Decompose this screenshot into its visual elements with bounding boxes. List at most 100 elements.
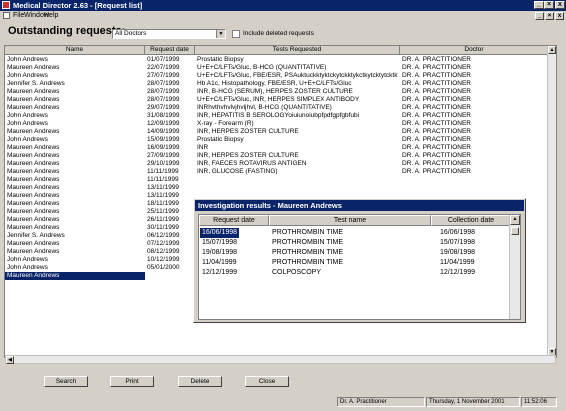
cell-request-date: 14/09/1999 [147, 128, 180, 135]
cell-tests: INR, GLUCOSE (FASTING) [197, 168, 278, 175]
minimize-button[interactable]: _ [534, 1, 544, 9]
print-button[interactable]: Print [110, 376, 154, 387]
table-row[interactable]: Maureen Andrews 14/09/1999 INR, HERPES ZOS… [5, 128, 548, 136]
popup-scroll-thumb[interactable] [511, 227, 519, 235]
popup-table-row[interactable]: 11/04/1999 PROTHROMBIN TIME 11/04/1999 [199, 258, 511, 268]
cell-name: Maureen Andrews [7, 240, 60, 247]
cell-request-date: 28/07/1999 [147, 88, 180, 95]
scroll-up-icon[interactable]: ▲ [548, 46, 556, 54]
table-row[interactable]: Maureen Andrews 22/07/1999 U+E+C/LFTs/Gluc… [5, 64, 548, 72]
vertical-scrollbar[interactable]: ▲ ▼ [547, 46, 556, 357]
column-header-doctor[interactable]: Doctor [400, 46, 549, 55]
doctor-filter-select[interactable]: All Doctors ▼ [112, 29, 226, 39]
cell-tests: INR, HERPES ZOSTER CULTURE [197, 152, 299, 159]
popup-table-row[interactable]: 16/06/1998 PROTHROMBIN TIME 16/06/1998 [199, 228, 511, 238]
cell-request-date: 16/09/1999 [147, 144, 180, 151]
status-user: Dr. A. Practitioner [337, 397, 425, 407]
table-row[interactable]: Maureen Andrews 28/07/1999 U+E+C/LFTs/Gluc… [5, 96, 548, 104]
popup-table-row[interactable]: 12/12/1999 COLPOSCOPY 12/12/1999 [199, 268, 511, 278]
column-header-name[interactable]: Name [5, 46, 145, 55]
cell-request-date: 06/12/1999 [147, 232, 180, 239]
scroll-left-icon[interactable]: ◀ [6, 356, 14, 364]
table-row[interactable]: Maureen Andrews 11/11/1999 INR, GLUCOSE (F… [5, 168, 548, 176]
cell-doctor: DR. A. PRACTITIONER [402, 136, 471, 143]
cell-name: Maureen Andrews [7, 96, 60, 103]
cell-request-date: 29/10/1999 [147, 160, 180, 167]
cell-name: Maureen Andrews [7, 144, 60, 151]
cell-request-date: 26/11/1999 [147, 216, 180, 223]
column-header-tests[interactable]: Tests Requested [195, 46, 400, 55]
table-row[interactable]: John Andrews 01/07/1999 Prostatic Biopsy DR… [5, 56, 548, 64]
column-header-request-date[interactable]: Request date [145, 46, 195, 55]
cell-name: Maureen Andrews [7, 128, 60, 135]
chevron-down-icon[interactable]: ▼ [216, 30, 225, 38]
cell-request-date: 27/07/1999 [147, 72, 180, 79]
delete-button[interactable]: Delete [178, 376, 222, 387]
cell-tests: U+E+C/LFTs/Gluc, INR, HERPES SIMPLEX ANT… [197, 96, 360, 103]
menu-help[interactable]: Help [44, 11, 58, 21]
cell-request-date: 07/12/1999 [147, 240, 180, 247]
close-button[interactable]: Close [245, 376, 289, 387]
cell-request-date: 12/09/1999 [147, 120, 180, 127]
cell-doctor: DR. A. PRACTITIONER [402, 112, 471, 119]
investigation-results-list[interactable]: Request date Test name Collection date 1… [198, 214, 521, 320]
mdi-minimize-button[interactable]: _ [535, 12, 544, 20]
mdi-restore-button[interactable]: × [545, 12, 554, 20]
horizontal-scrollbar[interactable]: ◀ [5, 355, 556, 364]
cell-name: John Andrews [7, 56, 48, 63]
cell-test-name: PROTHROMBIN TIME [272, 259, 344, 266]
include-deleted-checkbox[interactable] [232, 30, 240, 38]
table-row[interactable]: Maureen Andrews 28/07/1999 INR, B-HCG (SER… [5, 88, 548, 96]
include-deleted-label: Include deleted requests [243, 30, 314, 37]
popup-header-request-date[interactable]: Request date [199, 215, 269, 226]
cell-collection-date: 16/06/1998 [440, 229, 476, 236]
cell-name: Maureen Andrews [7, 152, 60, 159]
cell-collection-date: 19/08/1998 [440, 249, 476, 256]
search-button[interactable]: Search [44, 376, 88, 387]
cell-name: Maureen Andrews [7, 176, 60, 183]
cell-doctor: DR. A. PRACTITIONER [402, 72, 471, 79]
cell-doctor: DR. A. PRACTITIONER [402, 168, 471, 175]
mdi-close-button[interactable]: x [555, 12, 564, 20]
table-row[interactable]: Maureen Andrews 27/09/1999 INR, HERPES ZOS… [5, 152, 548, 160]
cell-request-date: 01/07/1999 [147, 56, 180, 63]
close-window-button[interactable]: x [555, 1, 565, 9]
table-row[interactable]: Jennifer S. Andrews 28/07/1999 Hb A1c, His… [5, 80, 548, 88]
cell-request-date: 16/06/1998 [200, 228, 240, 238]
table-row[interactable]: John Andrews 15/09/1999 Prostatic Biopsy DR… [5, 136, 548, 144]
popup-table-row[interactable]: 15/07/1998 PROTHROMBIN TIME 15/07/1998 [199, 238, 511, 248]
cell-doctor: DR. A. PRACTITIONER [402, 80, 471, 87]
table-row[interactable]: Maureen Andrews 29/07/1999 INRhvthvhvlvjhv… [5, 104, 548, 112]
cell-doctor: DR. A. PRACTITIONER [402, 160, 471, 167]
table-row[interactable]: Maureen Andrews 13/11/1999 [5, 184, 548, 192]
cell-name: Maureen Andrews [7, 104, 60, 111]
table-row[interactable]: Maureen Andrews 03/02/2000 [5, 272, 180, 280]
cell-name: Jennifer S. Andrews [7, 232, 65, 239]
cell-name: Maureen Andrews [7, 208, 60, 215]
cell-doctor: DR. A. PRACTITIONER [402, 96, 471, 103]
menu-file[interactable]: File [13, 11, 24, 21]
window-title: Medical Director 2.63 - [Request list] [13, 1, 143, 10]
cell-request-date: 11/11/1999 [147, 168, 179, 175]
cell-request-date: 03/02/2000 [147, 272, 180, 279]
popup-vertical-scrollbar[interactable]: ▲ [509, 215, 520, 319]
cell-test-name: PROTHROMBIN TIME [272, 249, 344, 256]
cell-tests: INRhvthvhvlvjhvljhvl, B-HCG (QUANTITATIV… [197, 104, 332, 111]
cell-doctor: DR. A. PRACTITIONER [402, 88, 471, 95]
cell-doctor: DR. A. PRACTITIONER [402, 56, 471, 63]
popup-scroll-up-icon[interactable]: ▲ [510, 215, 520, 225]
popup-header-collection-date[interactable]: Collection date [431, 215, 511, 226]
document-icon[interactable] [3, 12, 10, 19]
table-row[interactable]: John Andrews 27/07/1999 U+E+C/LFTs/Gluc, F… [5, 72, 548, 80]
popup-header-test-name[interactable]: Test name [269, 215, 431, 226]
table-row[interactable]: Maureen Andrews 11/11/1999 [5, 176, 548, 184]
table-row[interactable]: Maureen Andrews 29/10/1999 INR, FAECES ROT… [5, 160, 548, 168]
popup-table-row[interactable]: 19/08/1998 PROTHROMBIN TIME 19/08/1998 [199, 248, 511, 258]
maximize-button[interactable]: × [544, 1, 554, 9]
cell-doctor: DR. A. PRACTITIONER [402, 152, 471, 159]
cell-request-date: 29/07/1999 [147, 104, 180, 111]
table-row[interactable]: Maureen Andrews 16/09/1999 INR DR. A. PRACT… [5, 144, 548, 152]
cell-request-date: 10/12/1999 [147, 256, 180, 263]
table-row[interactable]: John Andrews 12/09/1999 X-ray - Forearm (R… [5, 120, 548, 128]
table-row[interactable]: John Andrews 31/08/1999 INR, HEPATITIS B S… [5, 112, 548, 120]
